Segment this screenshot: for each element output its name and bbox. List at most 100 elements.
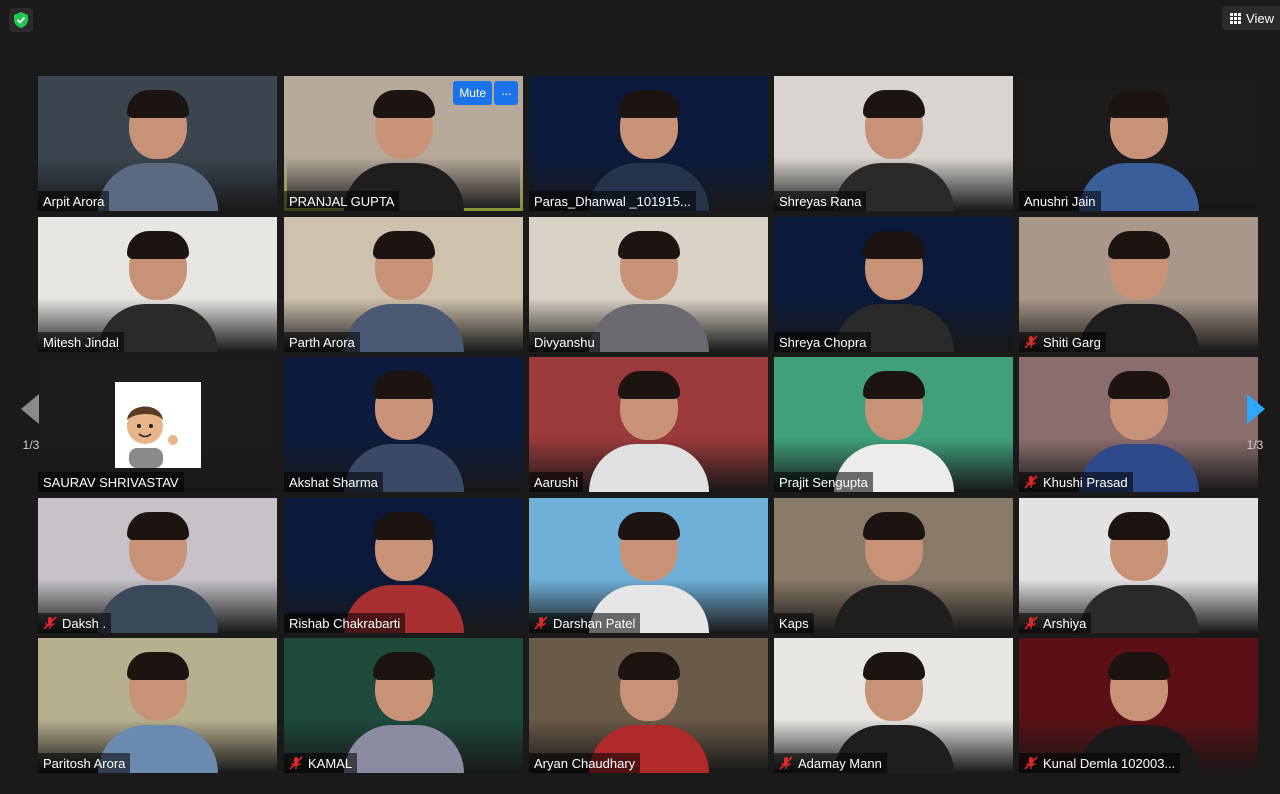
previous-page-button[interactable]: 1/3 (18, 378, 44, 468)
participant-name-label: Prajit Sengupta (774, 472, 873, 492)
participant-video (343, 652, 464, 773)
participant-name-label: Arpit Arora (38, 191, 110, 211)
mic-muted-icon (1024, 335, 1038, 349)
participant-video (833, 512, 954, 633)
participant-name: Parth Arora (289, 334, 355, 350)
participant-name: Aryan Chaudhary (534, 755, 636, 771)
participant-name-label: Khushi Prasad (1019, 472, 1133, 492)
participant-video (343, 231, 464, 352)
participant-tile[interactable]: Darshan Patel (529, 498, 768, 633)
participant-name: Anushri Jain (1024, 193, 1096, 209)
participant-tile[interactable]: Paras_Dhanwal _101915... (529, 76, 768, 211)
profile-avatar (115, 382, 201, 468)
participant-name-label: Anushri Jain (1019, 191, 1101, 211)
mic-muted-icon (1024, 756, 1038, 770)
participant-tile[interactable]: SAURAV SHRIVASTAV (38, 357, 277, 492)
participant-name: Darshan Patel (553, 615, 636, 631)
participant-name: Shiti Garg (1043, 334, 1101, 350)
participant-name: Shreyas Rana (779, 193, 862, 209)
participant-tile[interactable]: Shreya Chopra (774, 217, 1013, 352)
participant-tile[interactable]: Paritosh Arora (38, 638, 277, 773)
participant-name: Aarushi (534, 474, 579, 490)
participant-tile[interactable]: Aarushi (529, 357, 768, 492)
arrow-right-icon (1247, 394, 1265, 424)
participant-name-label: Daksh . (38, 613, 112, 633)
participant-name: Daksh . (62, 615, 107, 631)
participant-name: Shreya Chopra (779, 334, 867, 350)
participant-name-label: Aarushi (529, 472, 584, 492)
page-indicator-left: 1/3 (22, 438, 40, 452)
participant-gallery: Arpit Arora PRANJAL GUPTA Mute ··· Paras_Dha… (38, 76, 1258, 774)
participant-name-label: Adamay Mann (774, 753, 887, 773)
participant-name: Divyanshu (534, 334, 595, 350)
participant-tile[interactable]: Prajit Sengupta (774, 357, 1013, 492)
participant-tile[interactable]: Rishab Chakrabarti (284, 498, 523, 633)
view-button-label: View (1246, 10, 1274, 26)
participant-video (97, 90, 218, 211)
participant-name-label: Shreyas Rana (774, 191, 867, 211)
participant-tile[interactable]: KAMAL (284, 638, 523, 773)
participant-tile[interactable]: Arshiya (1019, 498, 1258, 633)
participant-tile[interactable]: Aryan Chaudhary (529, 638, 768, 773)
participant-name-label: Mitesh Jindal (38, 332, 124, 352)
participant-name-label: KAMAL (284, 753, 358, 773)
mic-muted-icon (1024, 616, 1038, 630)
participant-name: Paras_Dhanwal _101915... (534, 193, 691, 209)
participant-name: Kaps (779, 615, 809, 631)
participant-tile[interactable]: Shiti Garg (1019, 217, 1258, 352)
participant-name-label: SAURAV SHRIVASTAV (38, 472, 184, 492)
grid-view-icon (1230, 12, 1242, 24)
participant-name: KAMAL (308, 755, 353, 771)
mic-muted-icon (43, 616, 57, 630)
participant-name-label: Kunal Demla 102003... (1019, 753, 1181, 773)
participant-name-label: Rishab Chakrabarti (284, 613, 406, 633)
mic-muted-icon (534, 616, 548, 630)
participant-tile[interactable]: Arpit Arora (38, 76, 277, 211)
participant-tile[interactable]: Khushi Prasad (1019, 357, 1258, 492)
participant-tile[interactable]: Mitesh Jindal (38, 217, 277, 352)
participant-name-label: Aryan Chaudhary (529, 753, 641, 773)
participant-name-label: Parth Arora (284, 332, 360, 352)
participant-name-label: PRANJAL GUPTA (284, 191, 400, 211)
participant-tile[interactable]: Kaps (774, 498, 1013, 633)
mic-muted-icon (779, 756, 793, 770)
participant-name-label: Shiti Garg (1019, 332, 1106, 352)
participant-tile[interactable]: Akshat Sharma (284, 357, 523, 492)
participant-tile[interactable]: Anushri Jain (1019, 76, 1258, 211)
participant-name: Prajit Sengupta (779, 474, 868, 490)
participant-name-label: Akshat Sharma (284, 472, 383, 492)
participant-name: Arpit Arora (43, 193, 105, 209)
arrow-left-icon (21, 394, 39, 424)
participant-name-label: Darshan Patel (529, 613, 641, 633)
participant-tile[interactable]: Kunal Demla 102003... (1019, 638, 1258, 773)
participant-name: Khushi Prasad (1043, 474, 1128, 490)
participant-tile[interactable]: Divyanshu (529, 217, 768, 352)
encryption-shield-icon[interactable] (9, 8, 33, 32)
participant-name: PRANJAL GUPTA (289, 193, 395, 209)
mic-muted-icon (1024, 475, 1038, 489)
next-page-button[interactable]: 1/3 (1242, 378, 1268, 468)
participant-name: Rishab Chakrabarti (289, 615, 401, 631)
more-options-button[interactable]: ··· (494, 81, 518, 105)
participant-name-label: Shreya Chopra (774, 332, 872, 352)
participant-tile[interactable]: Shreyas Rana (774, 76, 1013, 211)
participant-video (588, 231, 709, 352)
participant-name-label: Paritosh Arora (38, 753, 131, 773)
participant-tile[interactable]: Adamay Mann (774, 638, 1013, 773)
participant-tile[interactable]: PRANJAL GUPTA Mute ··· (284, 76, 523, 211)
participant-name: SAURAV SHRIVASTAV (43, 474, 179, 490)
participant-name-label: Arshiya (1019, 613, 1092, 633)
participant-name: Kunal Demla 102003... (1043, 755, 1176, 771)
participant-name: Mitesh Jindal (43, 334, 119, 350)
participant-video (97, 512, 218, 633)
participant-tile[interactable]: Daksh . (38, 498, 277, 633)
participant-tile[interactable]: Parth Arora (284, 217, 523, 352)
participant-name: Adamay Mann (798, 755, 882, 771)
view-button[interactable]: View (1222, 6, 1280, 30)
participant-video (1078, 512, 1199, 633)
mute-participant-button[interactable]: Mute (453, 81, 492, 105)
page-indicator-right: 1/3 (1246, 438, 1264, 452)
participant-video (588, 371, 709, 492)
participant-name: Akshat Sharma (289, 474, 378, 490)
mic-muted-icon (289, 756, 303, 770)
